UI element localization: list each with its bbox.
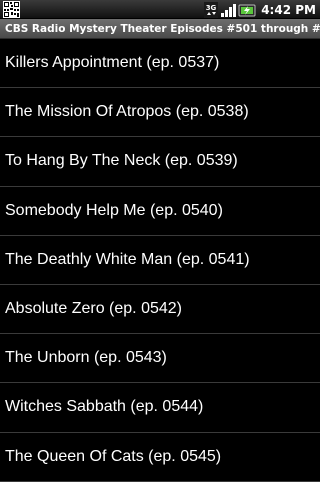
- list-item[interactable]: Absolute Zero (ep. 0542): [0, 285, 320, 335]
- signal-icon: [221, 3, 237, 17]
- status-bar: 3G 4:42 PM: [0, 0, 320, 19]
- qr-code-icon: [3, 1, 20, 18]
- list-item[interactable]: The Mission Of Atropos (ep. 0538): [0, 88, 320, 138]
- network-3g-icon: 3G: [204, 1, 219, 18]
- list-item[interactable]: The Unborn (ep. 0543): [0, 334, 320, 384]
- list-item[interactable]: To Hang By The Neck (ep. 0539): [0, 137, 320, 187]
- list-item[interactable]: Witches Sabbath (ep. 0544): [0, 383, 320, 433]
- network-type-label: 3G: [206, 4, 217, 12]
- clock-time: 4:42: [261, 2, 292, 17]
- list-item[interactable]: Somebody Help Me (ep. 0540): [0, 187, 320, 236]
- status-icons: 3G 4:42 PM: [202, 0, 316, 19]
- list-item[interactable]: The Deathly White Man (ep. 0541): [0, 236, 320, 285]
- clock-suffix: PM: [295, 2, 316, 17]
- app-title-bar: CBS Radio Mystery Theater Episodes #501 …: [0, 19, 320, 39]
- app-title: CBS Radio Mystery Theater Episodes #501 …: [5, 23, 320, 35]
- list-item[interactable]: Killers Appointment (ep. 0537): [0, 39, 320, 89]
- battery-icon: [238, 4, 256, 16]
- episode-list[interactable]: Killers Appointment (ep. 0537) The Missi…: [0, 39, 320, 482]
- list-item[interactable]: The Queen Of Cats (ep. 0545): [0, 433, 320, 482]
- clock: 4:42 PM: [261, 3, 316, 17]
